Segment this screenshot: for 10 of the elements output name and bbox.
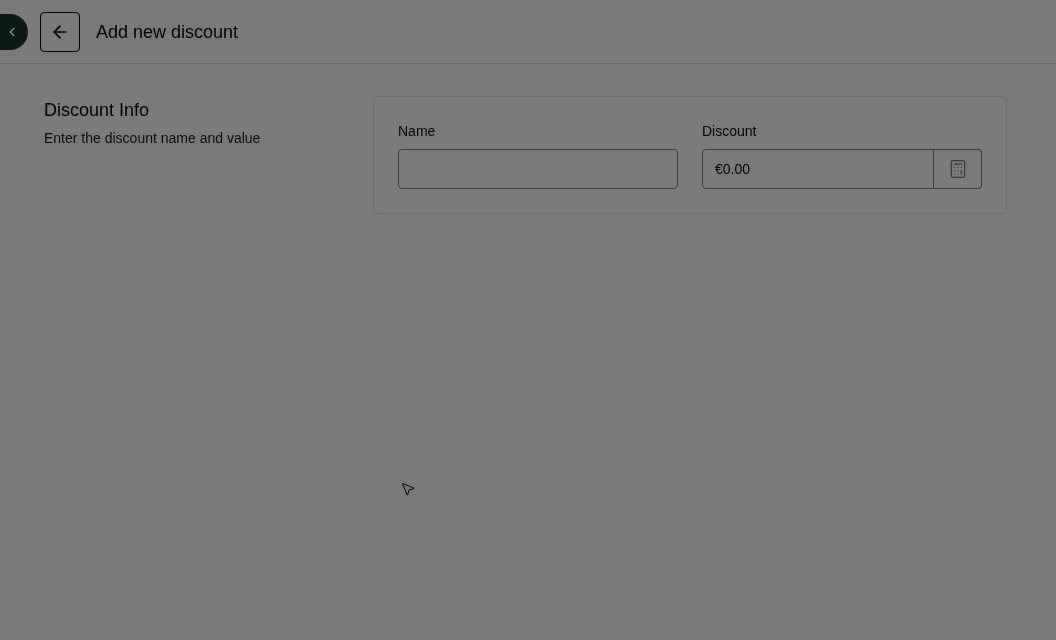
page-title: Add new discount [96,20,239,44]
section-title: Discount Info [44,99,151,122]
field-label: Discount [702,122,758,141]
collapse-sidebar-button[interactable] [0,13,28,50]
discount-input[interactable]: €0.00 [702,149,934,189]
name-input[interactable] [398,149,678,189]
field-label: Name [398,122,437,141]
section-subtitle: Enter the discount name and value [44,129,262,148]
calculator-button[interactable] [934,149,982,189]
back-button[interactable] [40,11,80,52]
